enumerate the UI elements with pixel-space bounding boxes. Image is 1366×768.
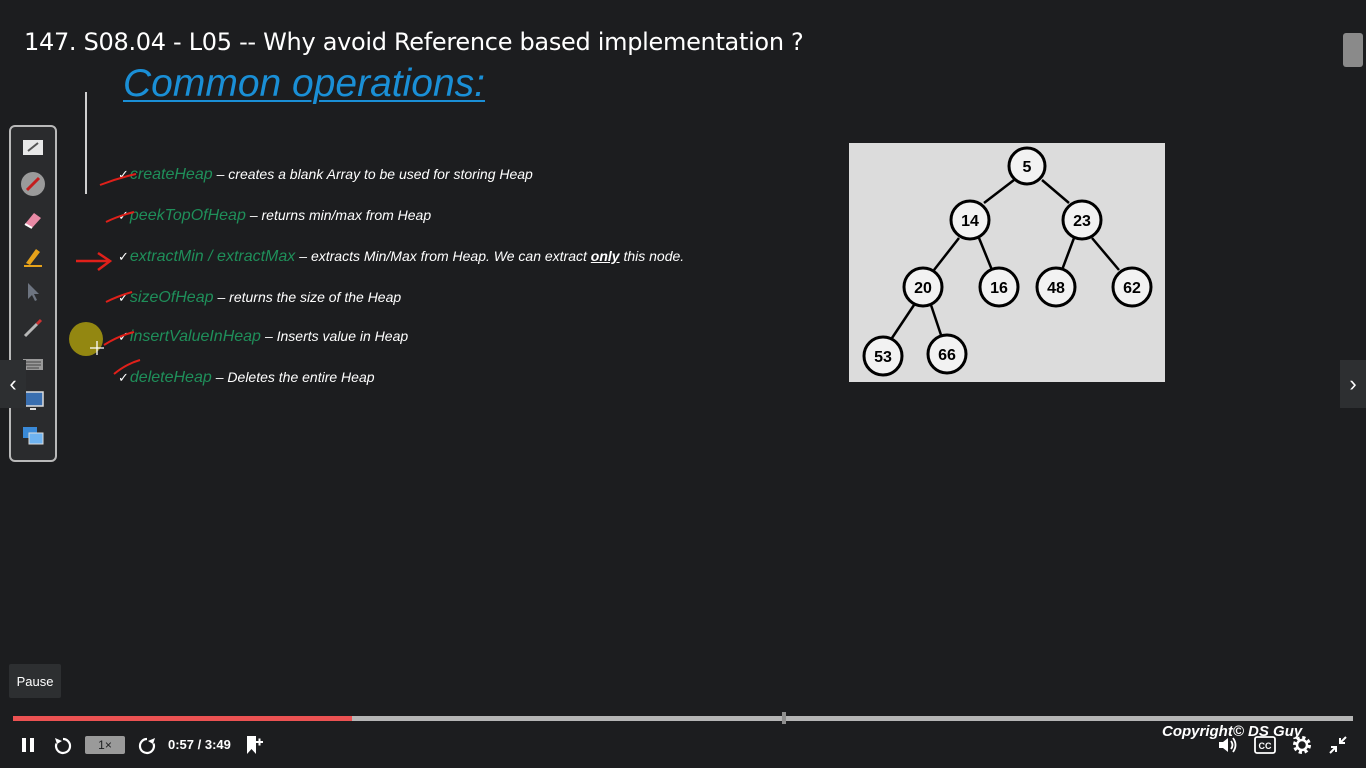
cursor-highlight [69, 322, 103, 356]
check-icon: ✓ [118, 168, 129, 183]
operation-desc: – returns min/max from Heap [249, 207, 432, 223]
operation-desc: – returns the size of the Heap [217, 289, 402, 305]
duration: 3:49 [204, 737, 231, 752]
crosshair-cursor-icon [90, 341, 104, 355]
brush-icon[interactable] [20, 315, 46, 341]
tree-node-label: 66 [938, 347, 956, 364]
ink-arrow-head [97, 251, 113, 271]
tree-node-label: 20 [914, 280, 932, 297]
operation-insert: ✓insertValueInHeap – Inserts value in Hea… [118, 328, 408, 346]
rewind-button[interactable] [52, 734, 74, 756]
chevron-left-icon: ‹ [9, 371, 17, 396]
add-bookmark-button[interactable] [241, 734, 265, 756]
operation-name: insertValueInHeap [129, 328, 261, 345]
tree-edge [1041, 179, 1070, 204]
operation-desc: – creates a blank Array to be used for s… [216, 166, 533, 182]
divider-line [85, 92, 87, 194]
progress-hover-marker[interactable] [782, 712, 786, 724]
pointer-icon[interactable] [20, 279, 46, 305]
tree-edge [977, 237, 994, 271]
playback-speed-button[interactable]: 1× [85, 736, 125, 754]
time-display: 0:57 / 3:49 [168, 737, 231, 752]
presentation-icon[interactable] [20, 423, 46, 449]
progress-fill [13, 716, 353, 721]
check-icon: ✓ [118, 291, 129, 306]
tree-node-label: 53 [874, 349, 892, 366]
next-lecture-button[interactable]: › [1340, 360, 1366, 408]
check-icon: ✓ [118, 330, 129, 345]
operation-name: sizeOfHeap [129, 289, 214, 306]
tree-edge [1091, 237, 1120, 271]
tree-edge [890, 304, 916, 339]
operation-desc-part: this node. [619, 248, 685, 264]
current-time: 0:57 [168, 737, 195, 752]
volume-button[interactable] [1216, 734, 1240, 756]
volume-icon [1219, 737, 1237, 753]
tree-node-label: 5 [1023, 159, 1032, 176]
video-title: 147. S08.04 - L05 -- Why avoid Reference… [24, 28, 804, 56]
sidebar-toggle-icon[interactable] [1343, 33, 1363, 67]
tree-node-label: 16 [990, 280, 1008, 297]
tree-node-label: 48 [1047, 280, 1065, 297]
tree-edge [983, 179, 1015, 204]
tree-node-label: 62 [1123, 280, 1141, 297]
operation-extract: ✓extractMin / extractMax – extracts Min/M… [118, 248, 684, 266]
cc-icon: CC [1254, 736, 1276, 754]
operation-desc-part: – extracts Min/Max from Heap. We can ext… [299, 248, 591, 264]
rewind-icon [54, 737, 72, 755]
whiteboard-icon[interactable] [20, 135, 46, 161]
operation-name: deleteHeap [129, 369, 212, 386]
bookmark-add-icon [247, 736, 263, 754]
operation-create-heap: ✓createHeap – creates a blank Array to be… [118, 166, 533, 184]
eraser-icon[interactable] [20, 207, 46, 233]
gear-icon [1293, 736, 1311, 754]
operation-delete: ✓deleteHeap – Deletes the entire Heap [118, 369, 375, 387]
collapse-icon [1329, 736, 1347, 754]
chevron-right-icon: › [1349, 371, 1357, 396]
settings-button[interactable] [1290, 734, 1314, 756]
tree-node-label: 14 [961, 213, 979, 230]
captions-button[interactable]: CC [1253, 734, 1277, 756]
time-separator: / [194, 737, 205, 752]
operation-name: createHeap [129, 166, 213, 183]
check-icon: ✓ [118, 209, 129, 224]
operation-desc: – extracts Min/Max from Heap. We can ext… [299, 248, 684, 264]
previous-lecture-button[interactable]: ‹ [0, 360, 26, 408]
pause-button[interactable] [18, 734, 38, 756]
pause-icon [22, 738, 34, 752]
pause-tooltip: Pause [9, 664, 61, 698]
heap-tree-svg: 5 14 23 20 16 48 62 53 66 [862, 146, 1153, 377]
annotation-tool-palette [9, 125, 57, 462]
operation-desc: – Deletes the entire Heap [215, 369, 375, 385]
pen-icon[interactable] [20, 171, 46, 197]
forward-icon [138, 737, 156, 755]
check-icon: ✓ [118, 371, 129, 386]
tree-edge [929, 304, 943, 336]
operation-name: peekTopOfHeap [129, 207, 246, 224]
tree-edge [1060, 237, 1076, 271]
operation-peek-top: ✓peekTopOfHeap – returns min/max from Hea… [118, 207, 431, 225]
tree-edge [933, 237, 960, 271]
slide-heading: Common operations: [123, 62, 486, 105]
highlighter-icon[interactable] [20, 243, 46, 269]
operation-size: ✓sizeOfHeap – returns the size of the Hea… [118, 289, 401, 307]
svg-text:CC: CC [1259, 741, 1272, 751]
tree-node-label: 23 [1073, 213, 1091, 230]
check-icon: ✓ [118, 250, 129, 265]
exit-fullscreen-button[interactable] [1326, 734, 1350, 756]
heap-tree-diagram: 5 14 23 20 16 48 62 53 66 [849, 143, 1165, 382]
forward-button[interactable] [136, 734, 158, 756]
operation-name: extractMin / extractMax [129, 248, 296, 265]
operation-desc-bold: only [590, 248, 620, 264]
operation-desc: – Inserts value in Heap [264, 328, 409, 344]
